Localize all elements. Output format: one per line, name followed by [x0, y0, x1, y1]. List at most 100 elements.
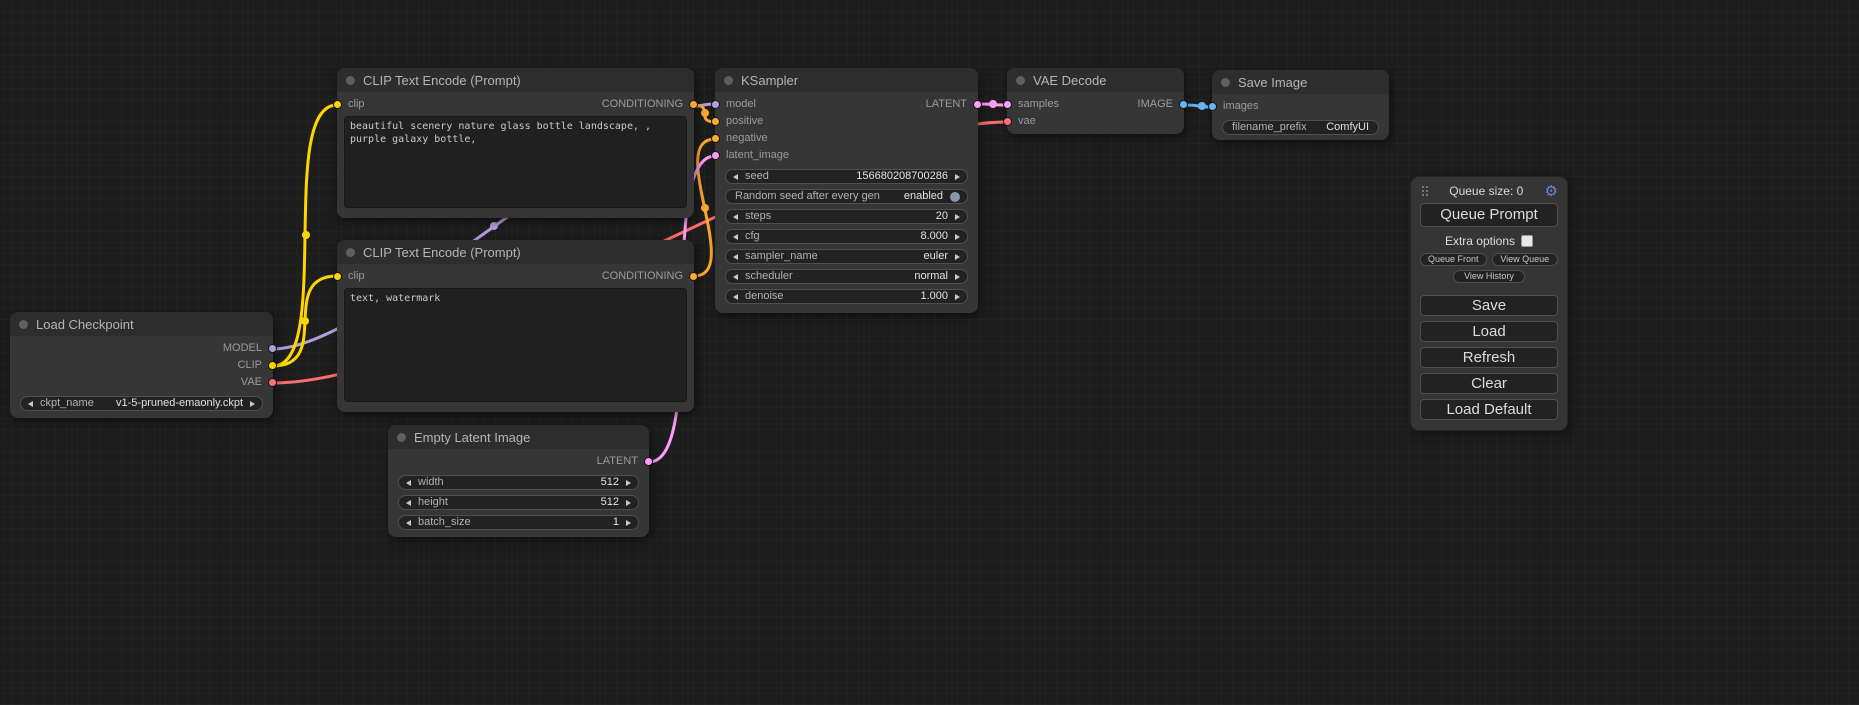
widget-filename-prefix[interactable]: filename_prefix ComfyUI — [1222, 120, 1379, 135]
slot-label: negative — [726, 130, 768, 147]
node-title-bar[interactable]: CLIP Text Encode (Prompt) — [337, 68, 694, 92]
widget-name: cfg — [745, 230, 760, 243]
input-slot-clip-dot[interactable] — [333, 100, 342, 109]
widget-arrow-right-icon[interactable] — [955, 294, 960, 300]
clear-button[interactable]: Clear — [1420, 373, 1558, 394]
widget-arrow-right-icon[interactable] — [250, 401, 255, 407]
prompt-textarea[interactable]: beautiful scenery nature glass bottle la… — [344, 116, 687, 208]
node-vae-decode[interactable]: VAE Decode samples IMAGE vae — [1007, 68, 1184, 134]
widget-arrow-left-icon[interactable] — [28, 401, 33, 407]
widget-arrow-right-icon[interactable] — [955, 254, 960, 260]
output-slot-conditioning-dot[interactable] — [689, 272, 698, 281]
node-title-bar[interactable]: KSampler — [715, 68, 978, 92]
node-title: KSampler — [741, 73, 798, 88]
widget-name: seed — [745, 170, 769, 183]
node-save-image[interactable]: Save Image images filename_prefix ComfyU… — [1212, 70, 1389, 140]
widget-value: 8.000 — [920, 230, 948, 243]
output-slot-model-dot[interactable] — [268, 344, 277, 353]
widget-arrow-left-icon[interactable] — [406, 520, 411, 526]
node-title-bar[interactable]: CLIP Text Encode (Prompt) — [337, 240, 694, 264]
widget-value: 156680208700286 — [856, 170, 948, 183]
widget-seed[interactable]: seed 156680208700286 — [725, 169, 968, 184]
toggle-on-icon[interactable] — [950, 192, 960, 202]
widget-steps[interactable]: steps 20 — [725, 209, 968, 224]
prompt-textarea[interactable]: text, watermark — [344, 288, 687, 402]
save-button[interactable]: Save — [1420, 295, 1558, 316]
node-title: VAE Decode — [1033, 73, 1106, 88]
output-slot-image-dot[interactable] — [1179, 100, 1188, 109]
widget-arrow-right-icon[interactable] — [955, 214, 960, 220]
collapse-dot-icon[interactable] — [1016, 76, 1025, 85]
input-slot-samples-dot[interactable] — [1003, 100, 1012, 109]
drag-handle-icon[interactable] — [1422, 186, 1424, 188]
widget-denoise[interactable]: denoise 1.000 — [725, 289, 968, 304]
input-slot-images-dot[interactable] — [1208, 102, 1217, 111]
view-history-button[interactable]: View History — [1453, 270, 1525, 283]
input-slot-vae-dot[interactable] — [1003, 117, 1012, 126]
node-empty-latent-image[interactable]: Empty Latent Image LATENT width 512 heig… — [388, 425, 649, 537]
widget-arrow-left-icon[interactable] — [733, 254, 738, 260]
widget-arrow-left-icon[interactable] — [733, 234, 738, 240]
widget-width[interactable]: width 512 — [398, 475, 639, 490]
collapse-dot-icon[interactable] — [19, 320, 28, 329]
load-default-button[interactable]: Load Default — [1420, 399, 1558, 420]
input-slot-model-dot[interactable] — [711, 100, 720, 109]
output-slot-conditioning-dot[interactable] — [689, 100, 698, 109]
widget-arrow-left-icon[interactable] — [406, 500, 411, 506]
wire-clip-to-positive-prompt — [273, 105, 337, 366]
collapse-dot-icon[interactable] — [724, 76, 733, 85]
widget-batch-size[interactable]: batch_size 1 — [398, 515, 639, 530]
widget-arrow-left-icon[interactable] — [733, 274, 738, 280]
widget-arrow-right-icon[interactable] — [626, 500, 631, 506]
widget-arrow-left-icon[interactable] — [406, 480, 411, 486]
node-title-bar[interactable]: VAE Decode — [1007, 68, 1184, 92]
widget-arrow-left-icon[interactable] — [733, 294, 738, 300]
widget-random-seed-toggle[interactable]: Random seed after every gen enabled — [725, 189, 968, 204]
input-slot-clip-dot[interactable] — [333, 272, 342, 281]
node-clip-text-encode-positive[interactable]: CLIP Text Encode (Prompt) clip CONDITION… — [337, 68, 694, 218]
widget-ckpt-name[interactable]: ckpt_name v1-5-pruned-emaonly.ckpt — [20, 396, 263, 411]
node-clip-text-encode-negative[interactable]: CLIP Text Encode (Prompt) clip CONDITION… — [337, 240, 694, 412]
widget-arrow-left-icon[interactable] — [733, 174, 738, 180]
node-load-checkpoint[interactable]: Load Checkpoint MODEL CLIP VAE ckpt_name… — [10, 312, 273, 418]
widget-value: 512 — [601, 496, 619, 509]
node-title-bar[interactable]: Save Image — [1212, 70, 1389, 94]
output-slot-clip-dot[interactable] — [268, 361, 277, 370]
widget-arrow-left-icon[interactable] — [733, 214, 738, 220]
output-slot-latent-dot[interactable] — [644, 457, 653, 466]
collapse-dot-icon[interactable] — [346, 76, 355, 85]
slot-row: negative — [715, 130, 978, 147]
output-slot-vae-dot[interactable] — [268, 378, 277, 387]
input-slot-positive-dot[interactable] — [711, 117, 720, 126]
node-ksampler[interactable]: KSampler model LATENT positive negative … — [715, 68, 978, 313]
settings-gear-icon[interactable]: ⚙ — [1545, 184, 1558, 199]
slot-row: samples IMAGE — [1007, 96, 1184, 113]
view-queue-button[interactable]: View Queue — [1492, 253, 1559, 266]
node-title-bar[interactable]: Empty Latent Image — [388, 425, 649, 449]
queue-front-button[interactable]: Queue Front — [1420, 253, 1487, 266]
widget-height[interactable]: height 512 — [398, 495, 639, 510]
widget-scheduler[interactable]: scheduler normal — [725, 269, 968, 284]
widget-sampler-name[interactable]: sampler_name euler — [725, 249, 968, 264]
slot-label: CLIP — [238, 357, 262, 374]
input-slot-negative-dot[interactable] — [711, 134, 720, 143]
refresh-button[interactable]: Refresh — [1420, 347, 1558, 368]
slot-label: LATENT — [926, 96, 967, 113]
collapse-dot-icon[interactable] — [397, 433, 406, 442]
widget-arrow-right-icon[interactable] — [955, 274, 960, 280]
widget-name: ckpt_name — [40, 397, 94, 410]
collapse-dot-icon[interactable] — [346, 248, 355, 257]
widget-name: steps — [745, 210, 771, 223]
extra-options-checkbox[interactable] — [1521, 235, 1533, 247]
load-button[interactable]: Load — [1420, 321, 1558, 342]
widget-arrow-right-icon[interactable] — [955, 234, 960, 240]
widget-arrow-right-icon[interactable] — [626, 520, 631, 526]
output-slot-latent-dot[interactable] — [973, 100, 982, 109]
widget-arrow-right-icon[interactable] — [955, 174, 960, 180]
widget-cfg[interactable]: cfg 8.000 — [725, 229, 968, 244]
collapse-dot-icon[interactable] — [1221, 78, 1230, 87]
queue-prompt-button[interactable]: Queue Prompt — [1420, 203, 1558, 227]
node-title-bar[interactable]: Load Checkpoint — [10, 312, 273, 336]
widget-arrow-right-icon[interactable] — [626, 480, 631, 486]
input-slot-latent-image-dot[interactable] — [711, 151, 720, 160]
